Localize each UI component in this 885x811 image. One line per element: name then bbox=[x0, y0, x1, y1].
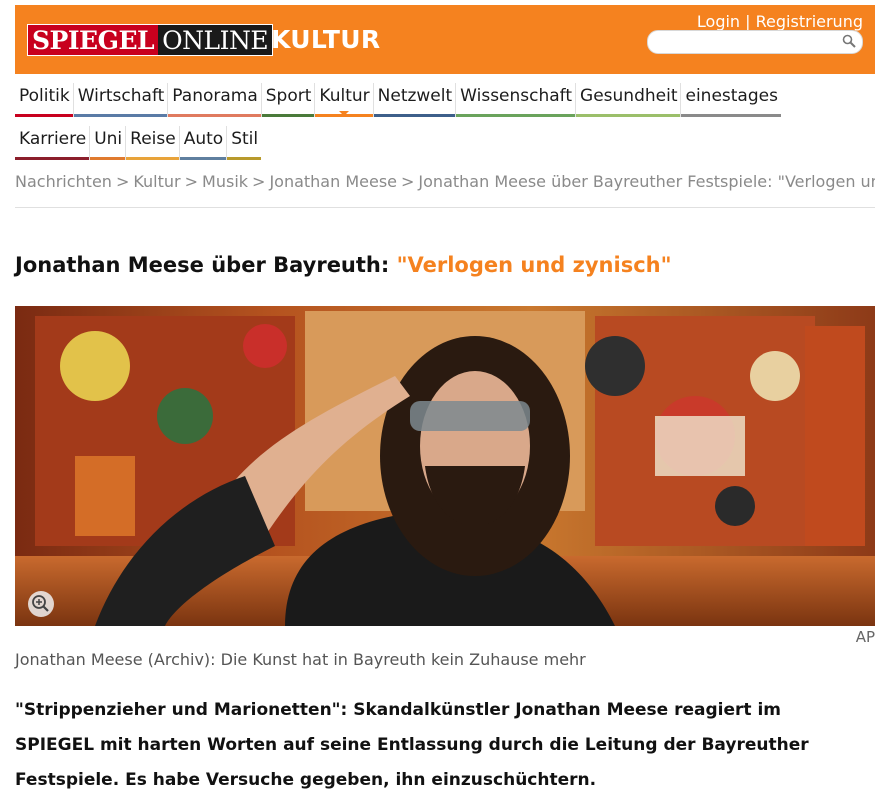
nav-color-bar bbox=[179, 157, 227, 160]
breadcrumb-separator: > bbox=[252, 172, 266, 191]
nav-color-bar bbox=[73, 114, 168, 117]
nav-item-gesundheit[interactable]: Gesundheit bbox=[576, 83, 682, 117]
nav-color-bar bbox=[227, 157, 262, 160]
nav-item-label: Netzwelt bbox=[377, 86, 453, 106]
logo-online: ONLINE bbox=[158, 24, 274, 56]
nav-item-label: einestages bbox=[685, 86, 778, 106]
breadcrumb-item: Jonathan Meese über Bayreuther Festspiel… bbox=[418, 172, 875, 191]
nav-item-label: Karriere bbox=[19, 129, 87, 149]
breadcrumb-item[interactable]: Jonathan Meese bbox=[269, 172, 397, 191]
nav-item-auto[interactable]: Auto bbox=[179, 126, 228, 160]
nav-item-politik[interactable]: Politik bbox=[15, 83, 74, 117]
sub-nav: Karriere Uni Reise Auto Stil bbox=[15, 126, 262, 160]
nav-item-einestages[interactable]: einestages bbox=[681, 83, 781, 117]
nav-item-label: Wirtschaft bbox=[77, 86, 165, 106]
nav-color-bar bbox=[126, 157, 179, 160]
account-links: Login | Registrierung bbox=[697, 12, 863, 31]
zoom-glyph bbox=[32, 595, 49, 612]
search-icon[interactable] bbox=[842, 34, 856, 48]
nav-item-reise[interactable]: Reise bbox=[126, 126, 180, 160]
spiegel-online-logo[interactable]: SPIEGEL ONLINE bbox=[27, 24, 274, 56]
nav-item-uni[interactable]: Uni bbox=[90, 126, 127, 160]
nav-color-bar bbox=[15, 157, 90, 160]
nav-item-label: Gesundheit bbox=[580, 86, 678, 106]
active-caret-icon bbox=[339, 111, 350, 116]
breadcrumb-separator: > bbox=[115, 172, 130, 191]
nav-item-label: Panorama bbox=[172, 86, 258, 106]
breadcrumb: Nachrichten > Kultur > Musik > Jonathan Meese >… bbox=[15, 172, 875, 191]
register-link[interactable]: Registrierung bbox=[756, 12, 863, 31]
nav-item-karriere[interactable]: Karriere bbox=[15, 126, 91, 160]
login-link[interactable]: Login bbox=[697, 12, 740, 31]
headline-quote: "Verlogen und zynisch" bbox=[396, 253, 672, 277]
image-credit: AP bbox=[855, 628, 875, 646]
headline-prefix: Jonathan Meese über Bayreuth: bbox=[15, 253, 397, 277]
nav-item-stil[interactable]: Stil bbox=[227, 126, 262, 160]
link-separator: | bbox=[745, 12, 751, 31]
breadcrumb-item[interactable]: Musik bbox=[202, 172, 248, 191]
header-top-strip bbox=[15, 0, 875, 5]
nav-item-kultur[interactable]: Kultur bbox=[315, 83, 374, 117]
divider bbox=[15, 207, 875, 208]
nav-color-bar bbox=[681, 114, 781, 117]
image-caption: Jonathan Meese (Archiv): Die Kunst hat i… bbox=[15, 650, 586, 669]
article-teaser: "Strippenzieher und Marionetten": Skanda… bbox=[15, 700, 809, 790]
nav-item-label: Auto bbox=[183, 129, 224, 149]
site-header: SPIEGEL ONLINE KULTUR Login | Registrier… bbox=[15, 0, 875, 74]
breadcrumb-separator: > bbox=[184, 172, 199, 191]
nav-item-netzwelt[interactable]: Netzwelt bbox=[373, 83, 457, 117]
main-nav: Politik Wirtschaft Panorama Sport Kultur Netz… bbox=[15, 83, 781, 117]
nav-item-wissenschaft[interactable]: Wissenschaft bbox=[456, 83, 577, 117]
breadcrumb-separator: > bbox=[401, 172, 415, 191]
zoom-in-icon[interactable] bbox=[28, 591, 54, 617]
logo-spiegel: SPIEGEL bbox=[27, 24, 159, 56]
nav-item-label: Kultur bbox=[319, 86, 370, 106]
nav-item-panorama[interactable]: Panorama bbox=[168, 83, 262, 117]
nav-color-bar bbox=[90, 157, 126, 160]
breadcrumb-item[interactable]: Nachrichten bbox=[15, 172, 112, 191]
nav-item-label: Politik bbox=[19, 86, 70, 106]
search-input[interactable] bbox=[647, 30, 863, 54]
nav-item-label: Wissenschaft bbox=[460, 86, 573, 106]
nav-color-bar bbox=[576, 114, 681, 117]
nav-color-bar bbox=[261, 114, 315, 117]
nav-item-label: Stil bbox=[231, 129, 259, 149]
photo-illustration bbox=[15, 306, 875, 626]
breadcrumb-item[interactable]: Kultur bbox=[133, 172, 180, 191]
nav-item-wirtschaft[interactable]: Wirtschaft bbox=[73, 83, 169, 117]
nav-item-label: Sport bbox=[265, 86, 312, 106]
nav-item-sport[interactable]: Sport bbox=[261, 83, 316, 117]
article-headline: Jonathan Meese über Bayreuth: "Verlogen … bbox=[15, 253, 672, 277]
article-photo[interactable] bbox=[15, 306, 875, 626]
nav-item-label: Uni bbox=[94, 129, 123, 149]
nav-color-bar bbox=[373, 114, 456, 117]
section-title: KULTUR bbox=[271, 25, 381, 54]
nav-color-bar bbox=[15, 114, 73, 117]
nav-item-label: Reise bbox=[130, 129, 176, 149]
nav-color-bar bbox=[168, 114, 261, 117]
nav-color-bar bbox=[456, 114, 576, 117]
